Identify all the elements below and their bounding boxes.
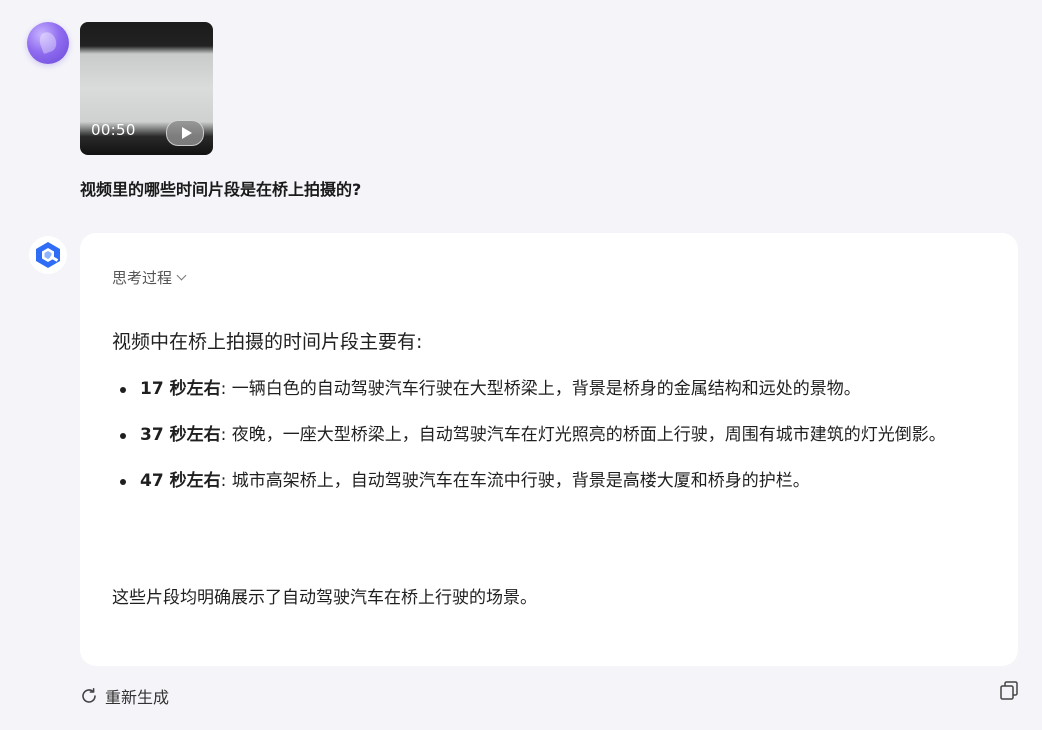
regenerate-label: 重新生成 xyxy=(105,688,170,707)
chevron-down-icon xyxy=(176,270,187,281)
avatar-leaf-icon xyxy=(37,29,59,55)
video-duration: 00:50 xyxy=(91,121,136,139)
play-button[interactable] xyxy=(166,120,204,146)
item-description: 城市高架桥上，自动驾驶汽车在车流中行驶，背景是高楼大厦和桥身的护栏。 xyxy=(231,471,810,491)
assistant-logo-icon xyxy=(36,242,60,268)
play-icon xyxy=(181,127,192,139)
answer-card: 思考过程 视频中在桥上拍摄的时间片段主要有: 17 秒左右: 一辆白色的自动驾驶… xyxy=(80,233,1018,666)
item-separator: : xyxy=(220,425,227,445)
thinking-label: 思考过程 xyxy=(112,269,173,287)
item-separator: : xyxy=(220,379,227,399)
assistant-avatar xyxy=(29,236,67,274)
list-item: 47 秒左右: 城市高架桥上，自动驾驶汽车在车流中行驶，背景是高楼大厦和桥身的护… xyxy=(112,465,982,497)
video-thumbnail[interactable]: 00:50 xyxy=(80,22,213,155)
regenerate-button[interactable]: 重新生成 xyxy=(80,684,169,708)
item-time: 17 秒左右 xyxy=(140,379,221,399)
answer-summary: 这些片段均明确展示了自动驾驶汽车在桥上行驶的场景。 xyxy=(112,588,537,608)
copy-icon xyxy=(1000,681,1018,700)
item-description: 一辆白色的自动驾驶汽车行驶在大型桥梁上，背景是桥身的金属结构和远处的景物。 xyxy=(231,379,861,399)
item-time: 47 秒左右 xyxy=(140,471,221,491)
copy-button[interactable] xyxy=(998,680,1020,702)
item-time: 37 秒左右 xyxy=(140,425,221,445)
user-question: 视频里的哪些时间片段是在桥上拍摄的? xyxy=(80,180,362,199)
user-avatar xyxy=(27,22,69,64)
list-item: 37 秒左右: 夜晚，一座大型桥梁上，自动驾驶汽车在灯光照亮的桥面上行驶，周围有… xyxy=(112,419,982,451)
answer-intro: 视频中在桥上拍摄的时间片段主要有: xyxy=(112,331,423,353)
answer-list: 17 秒左右: 一辆白色的自动驾驶汽车行驶在大型桥梁上，背景是桥身的金属结构和远… xyxy=(112,373,982,511)
refresh-icon xyxy=(82,687,96,703)
item-separator: : xyxy=(220,471,227,491)
chat-page: 00:50 视频里的哪些时间片段是在桥上拍摄的? 思考过程 视频中在桥上拍摄的时… xyxy=(0,0,1042,730)
list-item: 17 秒左右: 一辆白色的自动驾驶汽车行驶在大型桥梁上，背景是桥身的金属结构和远… xyxy=(112,373,982,405)
item-description: 夜晚，一座大型桥梁上，自动驾驶汽车在灯光照亮的桥面上行驶，周围有城市建筑的灯光倒… xyxy=(231,425,946,445)
thinking-process-toggle[interactable]: 思考过程 xyxy=(112,267,187,288)
